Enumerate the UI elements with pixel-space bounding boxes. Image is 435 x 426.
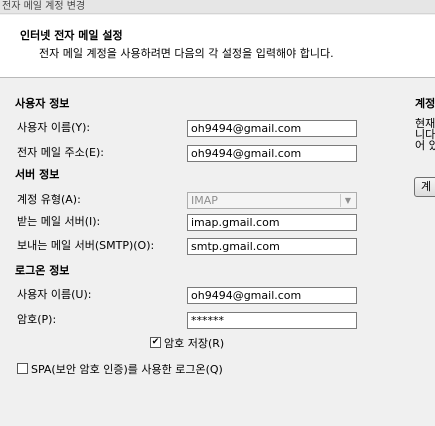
email-address-input[interactable] bbox=[187, 145, 357, 162]
right-panel-line-3: 어 있 bbox=[415, 139, 435, 152]
header-title: 인터넷 전자 메일 설정 bbox=[20, 29, 123, 42]
outgoing-server-label: 보내는 메일 서버(SMTP)(O): bbox=[17, 239, 155, 252]
user-name-label: 사용자 이름(Y): bbox=[17, 121, 91, 134]
window-title-bar: 전자 메일 계정 변경 bbox=[0, 0, 435, 14]
window-title: 전자 메일 계정 변경 bbox=[2, 1, 86, 12]
account-type-label: 계정 유형(A): bbox=[17, 193, 81, 206]
account-test-button[interactable]: 계 bbox=[414, 177, 435, 197]
spa-label[interactable]: SPA(보안 암호 인증)를 사용한 로그온(Q) bbox=[31, 361, 223, 377]
outgoing-server-input[interactable] bbox=[187, 238, 357, 255]
remember-password-checkbox[interactable]: ✔ bbox=[150, 337, 161, 348]
account-type-value: IMAP bbox=[191, 194, 218, 207]
chevron-down-icon[interactable]: ▼ bbox=[340, 194, 355, 207]
email-address-label: 전자 메일 주소(E): bbox=[17, 146, 104, 159]
checkmark-icon: ✔ bbox=[151, 337, 160, 347]
spa-checkbox[interactable] bbox=[17, 363, 28, 374]
incoming-server-label: 받는 메일 서버(I): bbox=[17, 215, 101, 228]
right-panel-heading: 계정 bbox=[415, 97, 435, 110]
incoming-server-input[interactable] bbox=[187, 214, 357, 231]
account-type-select[interactable]: IMAP ▼ bbox=[187, 192, 357, 209]
user-name-input[interactable] bbox=[187, 120, 357, 137]
server-info-heading: 서버 정보 bbox=[15, 168, 60, 181]
header-subtitle: 전자 메일 계정을 사용하려면 다음의 각 설정을 입력해야 합니다. bbox=[39, 47, 334, 60]
logon-username-label: 사용자 이름(U): bbox=[17, 288, 92, 301]
password-label: 암호(P): bbox=[17, 313, 57, 326]
dialog-header: 인터넷 전자 메일 설정 전자 메일 계정을 사용하려면 다음의 각 설정을 입… bbox=[0, 15, 435, 78]
password-input[interactable] bbox=[187, 312, 357, 329]
user-info-heading: 사용자 정보 bbox=[15, 97, 70, 110]
remember-password-label[interactable]: 암호 저장(R) bbox=[164, 335, 224, 351]
logon-username-input[interactable] bbox=[187, 287, 357, 304]
logon-info-heading: 로그온 정보 bbox=[15, 264, 70, 277]
